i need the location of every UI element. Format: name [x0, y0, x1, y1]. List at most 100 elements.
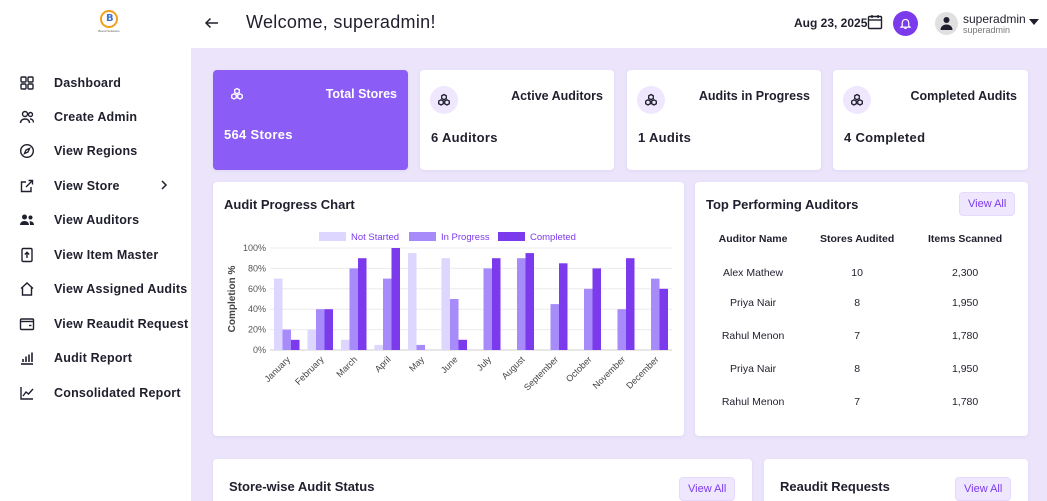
bar [307, 329, 316, 350]
sidebar-item-view-assigned-audits[interactable]: View Assigned Audits [0, 274, 191, 304]
calendar-icon[interactable] [867, 14, 883, 30]
column-header: Items Scanned [928, 233, 1003, 245]
bar [316, 309, 325, 350]
cubes-icon [645, 93, 657, 106]
bar [341, 339, 350, 350]
table-header-row: Auditor Name Stores Audited Items Scanne… [703, 232, 1019, 246]
auditors-table: Auditor Name Stores Audited Items Scanne… [703, 232, 1019, 418]
file-upload-icon [21, 247, 33, 263]
x-tick-label: March [334, 354, 359, 379]
sidebar-item-view-auditors[interactable]: View Auditors [0, 205, 191, 235]
sidebar-item-label: Create Admin [54, 110, 138, 124]
bar [383, 278, 392, 350]
legend-label: Completed [530, 232, 576, 243]
brand-logo[interactable]: B Brand Solutions [98, 10, 120, 36]
bar [517, 258, 526, 350]
bar [441, 258, 450, 350]
bar [651, 278, 660, 350]
x-tick-label: July [475, 354, 494, 373]
column-header: Stores Audited [820, 233, 895, 245]
stat-card-audits-in-progress[interactable]: Audits in Progress 1 Audits [627, 70, 821, 170]
bar [391, 248, 400, 350]
back-arrow-icon[interactable] [203, 14, 221, 32]
sidebar-item-label: View Store [54, 179, 120, 193]
view-all-button[interactable]: View All [959, 192, 1016, 216]
home-icon [20, 282, 34, 296]
sidebar-item-dashboard[interactable]: Dashboard [0, 68, 191, 98]
auditor-name: Priya Nair [730, 296, 777, 309]
auditor-name: Priya Nair [730, 362, 777, 375]
bar [374, 344, 383, 350]
stores-audited: 8 [854, 296, 861, 309]
sidebar-item-label: View Regions [54, 144, 138, 158]
panel-title: Store-wise Audit Status [229, 479, 375, 494]
sidebar-item-consolidated-report[interactable]: Consolidated Report [0, 378, 191, 408]
stat-value: 6 Auditors [431, 130, 498, 145]
table-row[interactable]: Priya Nair 8 1,950 [703, 286, 1019, 319]
grid-icon [20, 76, 34, 90]
sidebar-item-label: View Auditors [54, 213, 140, 227]
y-tick-label: 40% [248, 304, 266, 314]
sidebar-item-audit-report[interactable]: Audit Report [0, 343, 191, 373]
panel-title: Reaudit Requests [780, 479, 890, 494]
sidebar: B Brand Solutions Dashboard Create Admin… [0, 0, 191, 501]
sidebar-item-view-reaudit-request[interactable]: View Reaudit Request [0, 309, 191, 339]
stat-value: 4 Completed [844, 130, 926, 145]
bar [492, 258, 501, 350]
x-tick-label: October [564, 354, 594, 384]
table-row[interactable]: Rahul Menon 7 1,780 [703, 319, 1019, 352]
user-name[interactable]: superadmin [963, 12, 1026, 26]
avatar[interactable] [935, 12, 958, 35]
view-all-button[interactable]: View All [955, 477, 1012, 501]
bar [408, 253, 417, 350]
x-tick-label: September [522, 354, 560, 392]
items-scanned: 1,780 [951, 395, 979, 408]
stat-title: Audits in Progress [698, 89, 810, 103]
legend-label: In Progress [441, 232, 490, 243]
chevron-right-icon[interactable] [158, 179, 170, 191]
sidebar-item-view-regions[interactable]: View Regions [0, 136, 191, 166]
top-header: Welcome, superadmin! Aug 23, 2025 supera… [191, 0, 1047, 48]
top-auditors-panel: Top Performing Auditors View All Auditor… [695, 182, 1028, 436]
table-row[interactable]: Rahul Menon 7 1,780 [703, 385, 1019, 418]
table-row[interactable]: Priya Nair 8 1,950 [703, 352, 1019, 385]
stat-card-active-auditors[interactable]: Active Auditors 6 Auditors [420, 70, 614, 170]
x-tick-label: December [624, 354, 660, 390]
x-tick-label: June [439, 354, 460, 375]
user-role: superadmin [963, 25, 1011, 35]
stat-icon-wrap [843, 86, 871, 114]
bar [584, 288, 593, 350]
cubes-icon [851, 93, 863, 106]
logo-mark: B [100, 10, 118, 28]
caret-down-icon[interactable] [1029, 18, 1039, 26]
stat-card-completed-audits[interactable]: Completed Audits 4 Completed [833, 70, 1028, 170]
stores-audited: 10 [851, 267, 863, 279]
bar [659, 288, 668, 350]
stat-title: Completed Audits [910, 89, 1017, 103]
bar [559, 263, 568, 350]
y-tick-label: 0% [253, 345, 266, 355]
bar [282, 329, 291, 350]
x-tick-label: April [373, 354, 393, 374]
cubes-icon [438, 93, 450, 106]
bar [358, 258, 367, 350]
view-all-button[interactable]: View All [679, 477, 736, 501]
bar [291, 339, 300, 350]
x-tick-label: February [293, 354, 326, 387]
sidebar-item-create-admin[interactable]: Create Admin [0, 102, 191, 132]
items-scanned: 2,300 [951, 267, 979, 279]
table-row[interactable]: Alex Mathew 10 2,300 [703, 246, 1019, 286]
page-title: Welcome, superadmin! [246, 12, 436, 32]
sidebar-item-view-store[interactable]: View Store [0, 171, 191, 201]
legend-label: Not Started [351, 232, 399, 243]
stat-value: 1 Audits [638, 130, 692, 145]
bar [458, 339, 467, 350]
sidebar-item-label: View Item Master [54, 248, 159, 262]
notification-button[interactable] [893, 11, 918, 36]
stat-card-total-stores[interactable]: Total Stores 564 Stores [213, 70, 408, 170]
sidebar-item-view-item-master[interactable]: View Item Master [0, 240, 191, 270]
bar [483, 268, 492, 350]
stores-audited: 7 [854, 329, 861, 342]
logo-letter: B [106, 13, 114, 24]
legend-swatch [409, 232, 436, 241]
